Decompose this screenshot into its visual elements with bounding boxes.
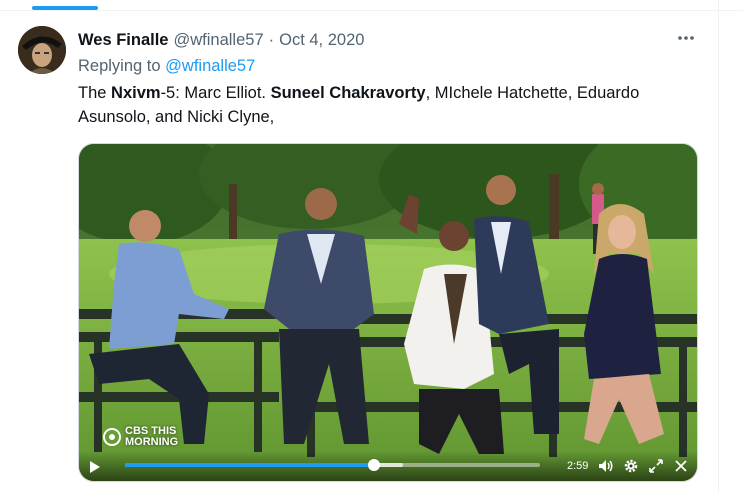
progress-fill: [125, 463, 374, 467]
tweet-date[interactable]: Oct 4, 2020: [279, 30, 364, 50]
separator-dot: ·: [268, 31, 275, 49]
column-border: [718, 0, 719, 493]
more-horizontal-icon: [678, 36, 694, 40]
fullscreen-icon[interactable]: [648, 458, 664, 474]
reply-mention-link[interactable]: @wfinalle57: [165, 57, 255, 75]
time-remaining: 2:59: [567, 460, 589, 472]
settings-icon[interactable]: [623, 458, 639, 474]
tweet-header: Wes Finalle @wfinalle57 · Oct 4, 2020: [78, 30, 364, 50]
replying-to: Replying to @wfinalle57: [78, 56, 255, 76]
close-icon[interactable]: [673, 458, 689, 474]
watermark-line2: MORNING: [125, 436, 179, 448]
tweet-text-bold: Suneel Chakravorty: [270, 84, 426, 102]
tweet-text: The Nxivm-5: Marc Elliot. Suneel Chakrav…: [78, 81, 678, 129]
avatar-image: [18, 26, 66, 74]
tweet-text-bold: Nxivm: [111, 84, 161, 102]
progress-thumb[interactable]: [368, 459, 380, 471]
play-icon[interactable]: [89, 461, 101, 473]
cbs-eye-icon: [103, 428, 121, 446]
tweet-text-part: -5: Marc Elliot.: [160, 84, 271, 102]
progress-bar[interactable]: [125, 459, 540, 471]
more-button[interactable]: [672, 28, 700, 50]
replying-to-label: Replying to: [78, 57, 161, 75]
player-controls: 2:59: [79, 451, 697, 481]
cbs-watermark: CBS THIS MORNING: [103, 426, 178, 448]
avatar[interactable]: [18, 26, 66, 74]
author-handle[interactable]: @wfinalle57: [173, 30, 263, 50]
author-name[interactable]: Wes Finalle: [78, 30, 168, 50]
tweet-text-part: The: [78, 84, 112, 102]
divider: [0, 10, 743, 11]
video-player[interactable]: CBS THIS MORNING 2:59: [78, 143, 698, 482]
volume-icon[interactable]: [598, 458, 614, 474]
